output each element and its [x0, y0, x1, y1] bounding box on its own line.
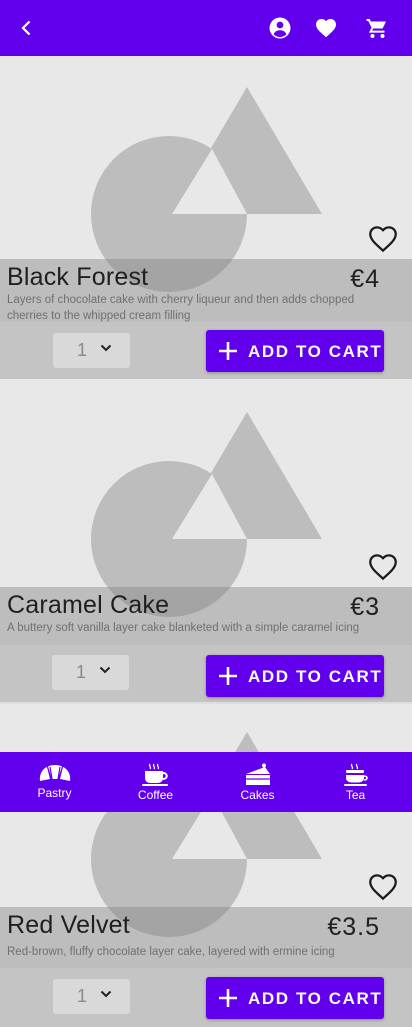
quantity-dropdown[interactable]: 1 — [53, 979, 130, 1014]
product-name: Black Forest — [7, 263, 149, 291]
category-cakes[interactable]: Cakes — [206, 752, 309, 812]
coffee-cup-icon — [141, 763, 168, 786]
add-to-cart-button[interactable]: ADD TO CART — [206, 977, 384, 1019]
chevron-down-icon — [99, 666, 111, 674]
account-circle-icon[interactable] — [268, 16, 292, 40]
plus-icon — [219, 989, 237, 1007]
product-description: Red-brown, fluffy chocolate layer cake, … — [7, 946, 335, 958]
favorite-icon[interactable] — [314, 16, 338, 40]
category-label: Tea — [345, 788, 366, 802]
quantity-value: 1 — [77, 986, 88, 1006]
product-actions: 1 ADD TO CART — [0, 968, 412, 1027]
category-label: Pastry — [37, 786, 72, 800]
product-info-overlay: Red Velvet €3.5 Red-brown, fluffy chocol… — [0, 907, 412, 970]
add-to-cart-label: ADD TO CART — [248, 989, 383, 1008]
cake-slice-icon — [245, 763, 270, 785]
category-label: Cakes — [240, 788, 275, 802]
category-label: Coffee — [137, 788, 174, 802]
product-card: Caramel Cake €3 A buttery soft vanilla l… — [0, 379, 412, 702]
add-to-cart-label: ADD TO CART — [248, 342, 383, 361]
tea-cup-icon — [343, 763, 368, 786]
favorite-outline-icon[interactable] — [366, 222, 400, 256]
plus-icon — [219, 342, 237, 360]
product-name: Red Velvet — [7, 911, 130, 939]
product-actions: 1 ADD TO CART — [0, 645, 412, 702]
product-price: €3 — [350, 593, 380, 621]
back-arrow-icon[interactable] — [14, 16, 38, 40]
product-name: Caramel Cake — [7, 591, 170, 619]
croissant-icon — [39, 765, 70, 781]
product-card: Black Forest €4 Layers of chocolate cake… — [0, 56, 412, 379]
category-tea[interactable]: Tea — [304, 752, 407, 812]
quantity-dropdown[interactable]: 1 — [53, 333, 130, 368]
product-actions: 1 ADD TO CART — [0, 322, 412, 379]
shopping-cart-icon[interactable] — [365, 16, 389, 40]
product-description: A buttery soft vanilla layer cake blanke… — [7, 622, 360, 634]
add-to-cart-button[interactable]: ADD TO CART — [206, 655, 384, 697]
product-description: Layers of chocolate cake with cherry liq… — [7, 294, 355, 322]
product-price: €3.5 — [327, 913, 380, 941]
category-pastry[interactable]: Pastry — [3, 752, 106, 812]
add-to-cart-button[interactable]: ADD TO CART — [206, 330, 384, 372]
plus-icon — [219, 667, 237, 685]
product-info-overlay: Caramel Cake €3 A buttery soft vanilla l… — [0, 587, 412, 650]
quantity-value: 1 — [77, 340, 88, 360]
chevron-down-icon — [100, 344, 112, 352]
product-info-overlay: Black Forest €4 Layers of chocolate cake… — [0, 259, 412, 322]
quantity-dropdown[interactable]: 1 — [52, 655, 129, 690]
category-coffee[interactable]: Coffee — [104, 752, 207, 812]
favorite-outline-icon[interactable] — [366, 550, 400, 584]
add-to-cart-label: ADD TO CART — [248, 667, 383, 686]
product-price: €4 — [350, 265, 380, 293]
app-bar — [0, 0, 412, 56]
category-bar: Pastry Coffee Cakes Tea — [0, 752, 412, 812]
chevron-down-icon — [100, 990, 112, 998]
favorite-outline-icon[interactable] — [366, 870, 400, 904]
quantity-value: 1 — [76, 662, 87, 682]
